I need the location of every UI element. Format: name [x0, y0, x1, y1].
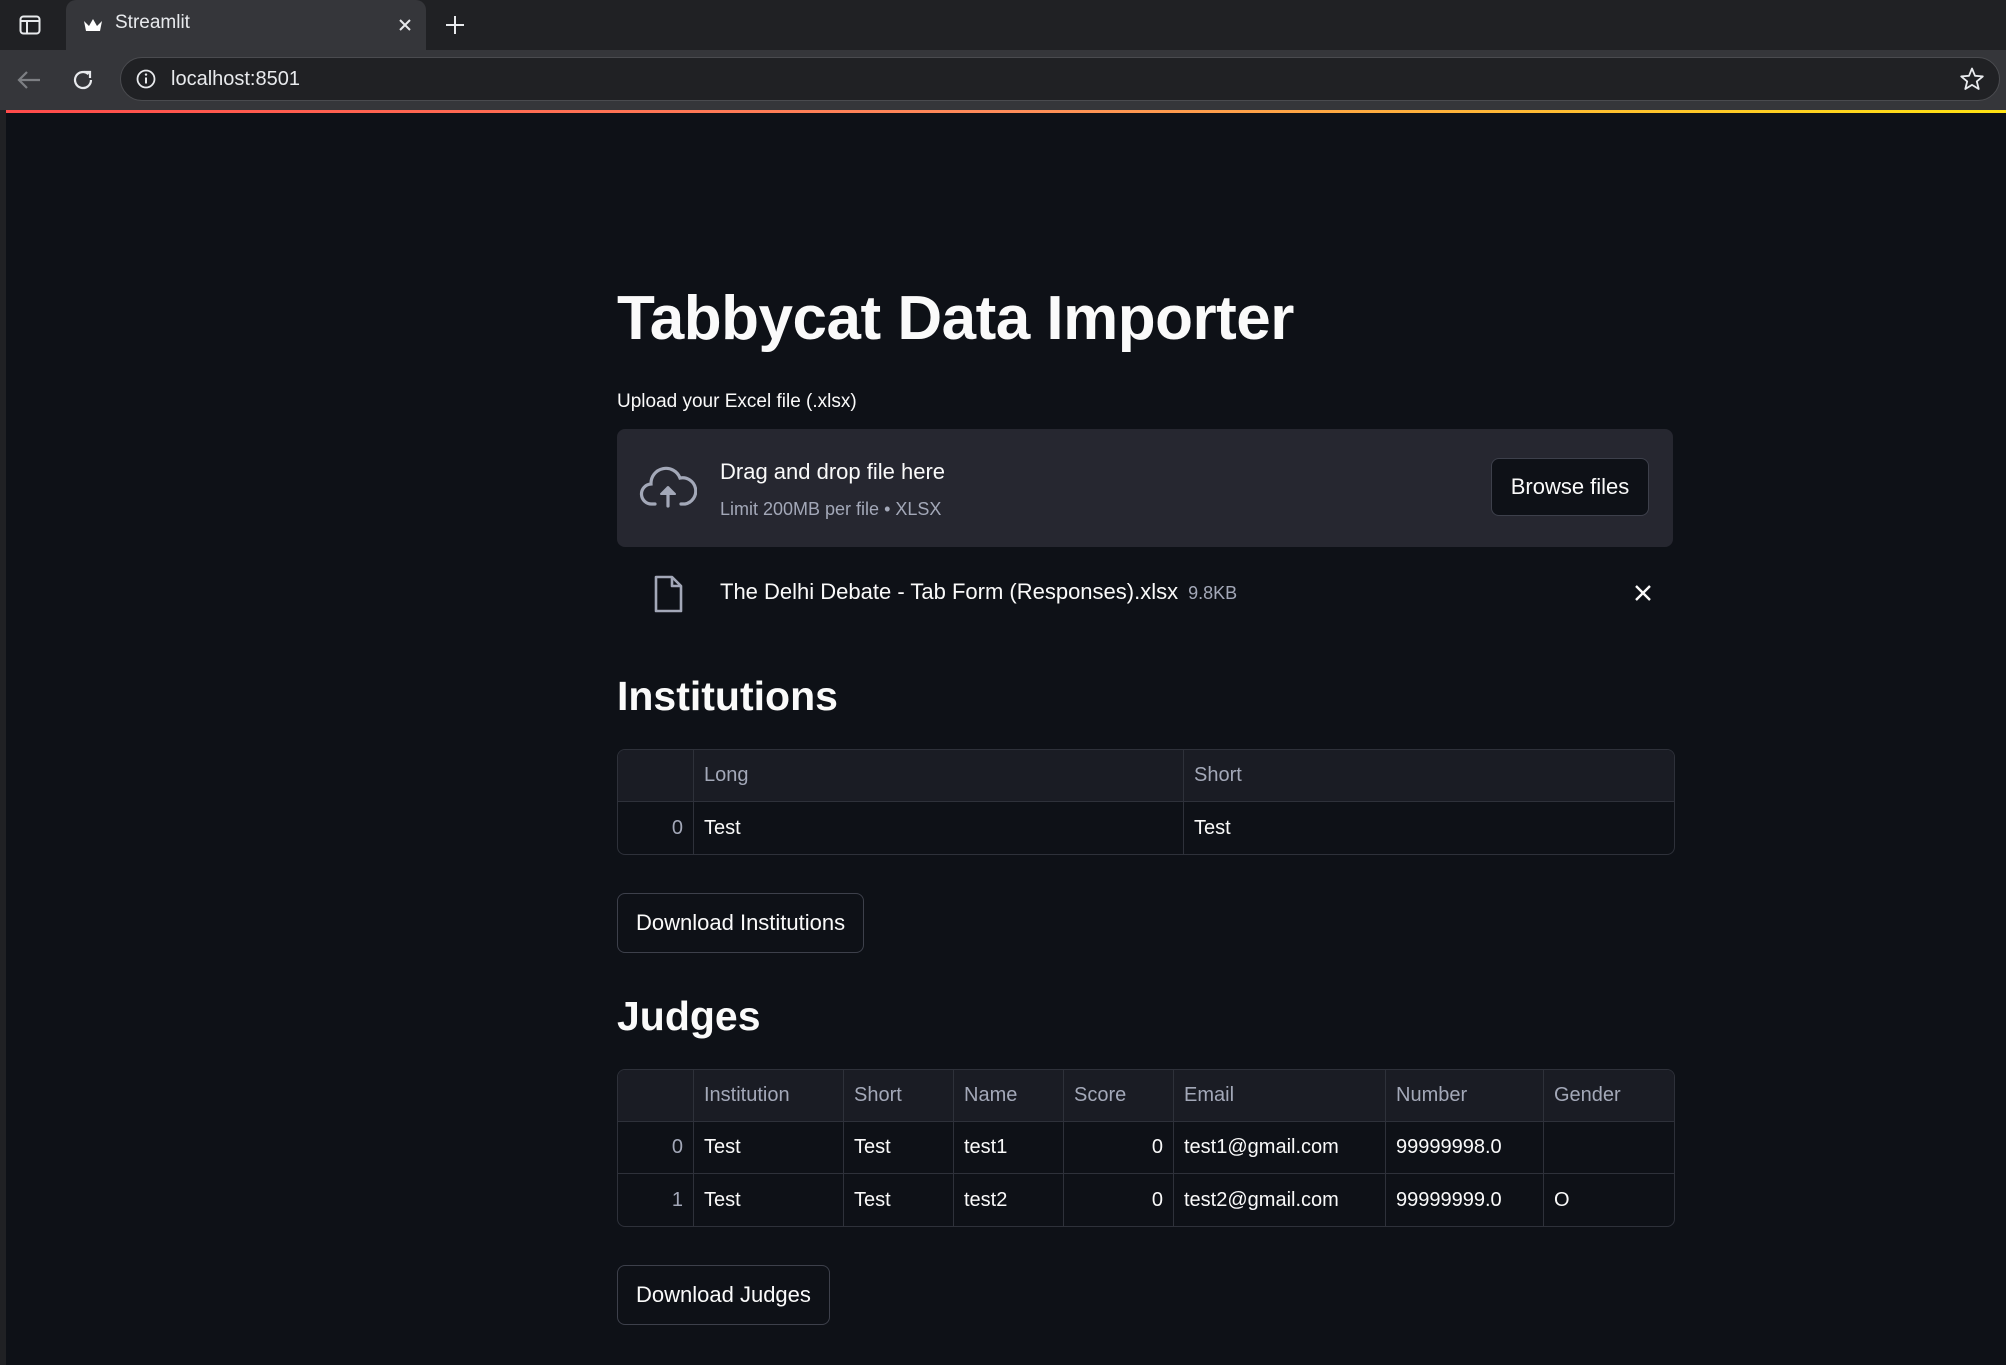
close-tab-icon[interactable]: [390, 10, 420, 40]
table-header-row: Institution Short Name Score Email Numbe…: [618, 1070, 1674, 1122]
column-header[interactable]: Name: [954, 1070, 1064, 1122]
table-row: 1 Test Test test2 0 test2@gmail.com 9999…: [618, 1174, 1674, 1226]
table-cell[interactable]: 99999998.0: [1386, 1122, 1544, 1174]
streamlit-crown-icon: [80, 12, 106, 38]
address-bar[interactable]: localhost:8501: [120, 57, 2000, 101]
back-arrow-icon[interactable]: [12, 63, 46, 97]
table-cell[interactable]: test1@gmail.com: [1174, 1122, 1386, 1174]
browser-tab-bar: Streamlit: [0, 0, 2006, 50]
table-cell[interactable]: O: [1544, 1174, 1674, 1226]
download-institutions-button[interactable]: Download Institutions: [617, 893, 865, 953]
institutions-table[interactable]: Long Short 0 Test Test: [617, 749, 1675, 855]
table-cell[interactable]: test2: [954, 1174, 1064, 1226]
browse-files-button[interactable]: Browse files: [1491, 458, 1649, 516]
table-row: 0 Test Test: [618, 802, 1674, 854]
uploaded-file-name: The Delhi Debate - Tab Form (Responses).…: [720, 579, 1179, 604]
dropzone-limit: Limit 200MB per file • XLSX: [720, 499, 942, 519]
table-cell[interactable]: test1: [954, 1122, 1064, 1174]
table-cell[interactable]: Test: [1184, 802, 1674, 854]
row-index[interactable]: 1: [618, 1174, 694, 1226]
uploaded-file-size: 9.8KB: [1188, 583, 1238, 603]
judges-table[interactable]: Institution Short Name Score Email Numbe…: [617, 1069, 1675, 1227]
page-title: Tabbycat Data Importer: [617, 284, 1294, 353]
download-judges-button[interactable]: Download Judges: [617, 1265, 830, 1325]
table-cell[interactable]: Test: [844, 1122, 954, 1174]
site-info-icon[interactable]: [133, 66, 159, 92]
reload-icon[interactable]: [66, 63, 100, 97]
browser-tab[interactable]: Streamlit: [66, 0, 426, 50]
table-cell[interactable]: [1544, 1122, 1674, 1174]
table-header-row: Long Short: [618, 750, 1674, 802]
column-header[interactable]: Gender: [1544, 1070, 1674, 1122]
url-text: localhost:8501: [171, 68, 300, 90]
uploader-label: Upload your Excel file (.xlsx): [617, 391, 857, 412]
file-icon: [654, 575, 683, 613]
dropzone-instruction: Drag and drop file here: [720, 459, 946, 484]
tab-sidebar-icon[interactable]: [14, 10, 46, 40]
judges-heading: Judges: [617, 993, 761, 1039]
streamlit-decoration-bar: [6, 110, 2006, 113]
browser-toolbar: localhost:8501: [0, 50, 2006, 110]
table-row: 0 Test Test test1 0 test1@gmail.com 9999…: [618, 1122, 1674, 1174]
row-index[interactable]: 0: [618, 802, 694, 854]
column-header[interactable]: Email: [1174, 1070, 1386, 1122]
column-header[interactable]: Score: [1064, 1070, 1174, 1122]
table-cell[interactable]: Test: [694, 1122, 844, 1174]
row-index[interactable]: 0: [618, 1122, 694, 1174]
window-edge: [0, 110, 6, 1365]
table-cell[interactable]: Test: [694, 1174, 844, 1226]
column-header[interactable]: [618, 1070, 694, 1122]
table-cell[interactable]: 99999999.0: [1386, 1174, 1544, 1226]
column-header[interactable]: Number: [1386, 1070, 1544, 1122]
table-cell[interactable]: 0: [1064, 1174, 1174, 1226]
table-cell[interactable]: test2@gmail.com: [1174, 1174, 1386, 1226]
column-header[interactable]: Long: [694, 750, 1184, 802]
remove-file-icon[interactable]: [1627, 577, 1659, 609]
table-cell[interactable]: Test: [844, 1174, 954, 1226]
uploaded-file-row: The Delhi Debate - Tab Form (Responses).…: [617, 563, 1673, 623]
table-cell[interactable]: 0: [1064, 1122, 1174, 1174]
tab-title: Streamlit: [115, 12, 190, 33]
file-dropzone[interactable]: Drag and drop file here Limit 200MB per …: [617, 429, 1673, 547]
institutions-heading: Institutions: [617, 673, 838, 719]
column-header[interactable]: Short: [844, 1070, 954, 1122]
bookmark-star-icon[interactable]: [1957, 64, 1987, 94]
column-header[interactable]: Short: [1184, 750, 1674, 802]
column-header[interactable]: [618, 750, 694, 802]
table-cell[interactable]: Test: [694, 802, 1184, 854]
new-tab-icon[interactable]: [438, 8, 472, 42]
column-header[interactable]: Institution: [694, 1070, 844, 1122]
cloud-upload-icon: [639, 466, 697, 508]
